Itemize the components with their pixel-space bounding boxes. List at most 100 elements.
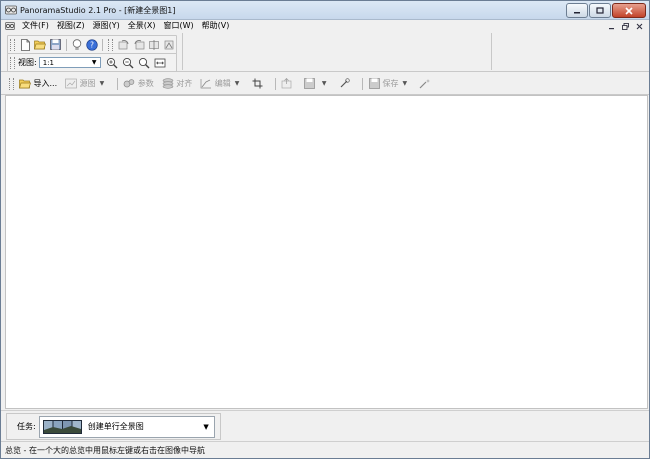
tip-button[interactable] bbox=[71, 38, 83, 51]
params-button[interactable]: 参数 bbox=[121, 77, 154, 90]
edit-curve-icon bbox=[200, 77, 213, 90]
chevron-down-icon[interactable]: ▼ bbox=[235, 80, 240, 87]
import-icon bbox=[19, 77, 32, 90]
source-image-icon bbox=[65, 77, 78, 90]
chevron-down-icon: ▼ bbox=[203, 422, 209, 431]
main-window: PanoramaStudio 2.1 Pro - [新建全景图1] 文件(F) … bbox=[0, 0, 650, 459]
menu-panorama[interactable]: 全景(X) bbox=[124, 20, 160, 32]
flip-button[interactable] bbox=[148, 38, 160, 51]
export-button[interactable] bbox=[279, 77, 296, 90]
menu-help[interactable]: 帮助(V) bbox=[198, 20, 234, 32]
align-label: 对齐 bbox=[176, 79, 193, 88]
maximize-icon bbox=[596, 7, 604, 14]
new-file-icon bbox=[20, 38, 30, 51]
caption-buttons bbox=[565, 3, 646, 18]
open-file-button[interactable] bbox=[34, 38, 47, 51]
zoom-fit-button[interactable] bbox=[137, 56, 150, 69]
task-bar: 任务: 创建单行全景图 ▼ bbox=[1, 410, 649, 441]
chevron-down-icon[interactable]: ▼ bbox=[100, 80, 105, 87]
lightbulb-icon bbox=[72, 38, 82, 50]
toolbar-grip[interactable] bbox=[10, 56, 15, 69]
close-icon bbox=[625, 6, 633, 15]
gears-icon bbox=[123, 77, 136, 90]
help-icon: ? bbox=[86, 38, 98, 51]
close-button[interactable] bbox=[612, 3, 646, 18]
toolbar-separator bbox=[102, 38, 104, 51]
minimize-icon bbox=[609, 27, 614, 29]
zoom-out-button[interactable] bbox=[121, 56, 134, 69]
save-file-button[interactable] bbox=[49, 38, 61, 51]
import-button[interactable]: 导入... bbox=[17, 77, 57, 90]
document-icon[interactable] bbox=[5, 21, 15, 31]
mdi-minimize-button[interactable] bbox=[606, 21, 617, 31]
maximize-button[interactable] bbox=[589, 3, 611, 18]
panorama-thumbnail-icon bbox=[42, 419, 82, 434]
flip-icon bbox=[148, 39, 159, 50]
window-title: PanoramaStudio 2.1 Pro - [新建全景图1] bbox=[20, 6, 176, 15]
save-panorama-button[interactable]: 保存 ▼ bbox=[366, 77, 411, 90]
panorama-toolbar: 导入... 源图 ▼ 参数 对齐 编辑 ▼ ▼ 保存 ▼ bbox=[1, 73, 649, 95]
help-button[interactable]: ? bbox=[86, 38, 98, 51]
source-button[interactable]: 源图 ▼ bbox=[63, 77, 108, 90]
new-file-button[interactable] bbox=[19, 38, 31, 51]
view-zoom-select[interactable]: 1:1 ▼ bbox=[38, 57, 101, 68]
toolbar-separator bbox=[117, 77, 119, 90]
fit-width-icon bbox=[154, 58, 166, 67]
zoom-in-button[interactable] bbox=[105, 56, 118, 69]
task-selected-value: 创建单行全景图 bbox=[87, 422, 144, 431]
mdi-restore-button[interactable] bbox=[620, 21, 631, 31]
align-button[interactable]: 对齐 bbox=[160, 77, 193, 90]
export-icon bbox=[280, 77, 293, 90]
magic-wand-icon bbox=[419, 77, 432, 90]
params-label: 参数 bbox=[137, 79, 154, 88]
mirror-icon bbox=[164, 40, 173, 49]
menu-view[interactable]: 视图(Z) bbox=[53, 20, 89, 32]
save-panorama-menu-button[interactable]: ▼ bbox=[301, 77, 330, 90]
view-label: 视图: bbox=[18, 58, 37, 67]
toolbar-grip[interactable] bbox=[10, 38, 15, 51]
menu-window[interactable]: 窗口(W) bbox=[159, 20, 197, 32]
menu-source[interactable]: 源图(Y) bbox=[89, 20, 124, 32]
app-logo-icon bbox=[5, 5, 17, 15]
toolbar-grip[interactable] bbox=[108, 38, 114, 51]
save-disk-icon bbox=[49, 39, 61, 50]
task-group: 任务: 创建单行全景图 ▼ bbox=[6, 413, 221, 440]
toolbar-grip[interactable] bbox=[9, 77, 14, 90]
rotate-left-icon bbox=[118, 39, 128, 49]
align-stack-icon bbox=[161, 77, 174, 90]
minimize-button[interactable] bbox=[566, 3, 588, 18]
title-bar[interactable]: PanoramaStudio 2.1 Pro - [新建全景图1] bbox=[1, 1, 649, 20]
fit-width-button[interactable] bbox=[153, 56, 166, 69]
source-label: 源图 bbox=[79, 79, 96, 88]
chevron-down-icon[interactable]: ▼ bbox=[322, 80, 327, 87]
color-adjust-button[interactable] bbox=[337, 77, 354, 90]
edit-label: 编辑 bbox=[214, 79, 231, 88]
toolbar-empty-area bbox=[182, 33, 492, 70]
import-label: 导入... bbox=[33, 79, 58, 88]
save-disk-icon bbox=[303, 77, 316, 90]
zoom-fit-icon bbox=[138, 57, 150, 68]
rotate-left-button[interactable] bbox=[118, 38, 130, 51]
mdi-close-button[interactable] bbox=[634, 21, 645, 31]
brush-icon bbox=[338, 77, 351, 90]
chevron-down-icon: ▼ bbox=[91, 59, 97, 66]
mirror-button[interactable] bbox=[163, 38, 175, 51]
zoom-in-icon bbox=[106, 57, 118, 68]
menu-file[interactable]: 文件(F) bbox=[18, 20, 53, 32]
crop-icon bbox=[251, 77, 264, 90]
zoom-out-icon bbox=[122, 57, 134, 68]
toolbar-separator bbox=[274, 77, 276, 90]
rotate-right-button[interactable] bbox=[133, 38, 145, 51]
chevron-down-icon[interactable]: ▼ bbox=[403, 80, 408, 87]
restore-icon bbox=[622, 22, 629, 30]
toolbar-separator bbox=[362, 77, 364, 90]
edit-button[interactable]: 编辑 ▼ bbox=[198, 77, 243, 90]
close-icon bbox=[636, 23, 643, 29]
minimize-icon bbox=[574, 11, 580, 13]
menu-bar: 文件(F) 视图(Z) 源图(Y) 全景(X) 窗口(W) 帮助(V) bbox=[1, 20, 649, 32]
effects-button[interactable] bbox=[417, 77, 434, 90]
panorama-canvas[interactable] bbox=[5, 95, 648, 409]
crop-button[interactable] bbox=[249, 77, 266, 90]
view-zoom-value: 1:1 bbox=[42, 59, 54, 67]
task-select[interactable]: 创建单行全景图 ▼ bbox=[38, 415, 215, 438]
